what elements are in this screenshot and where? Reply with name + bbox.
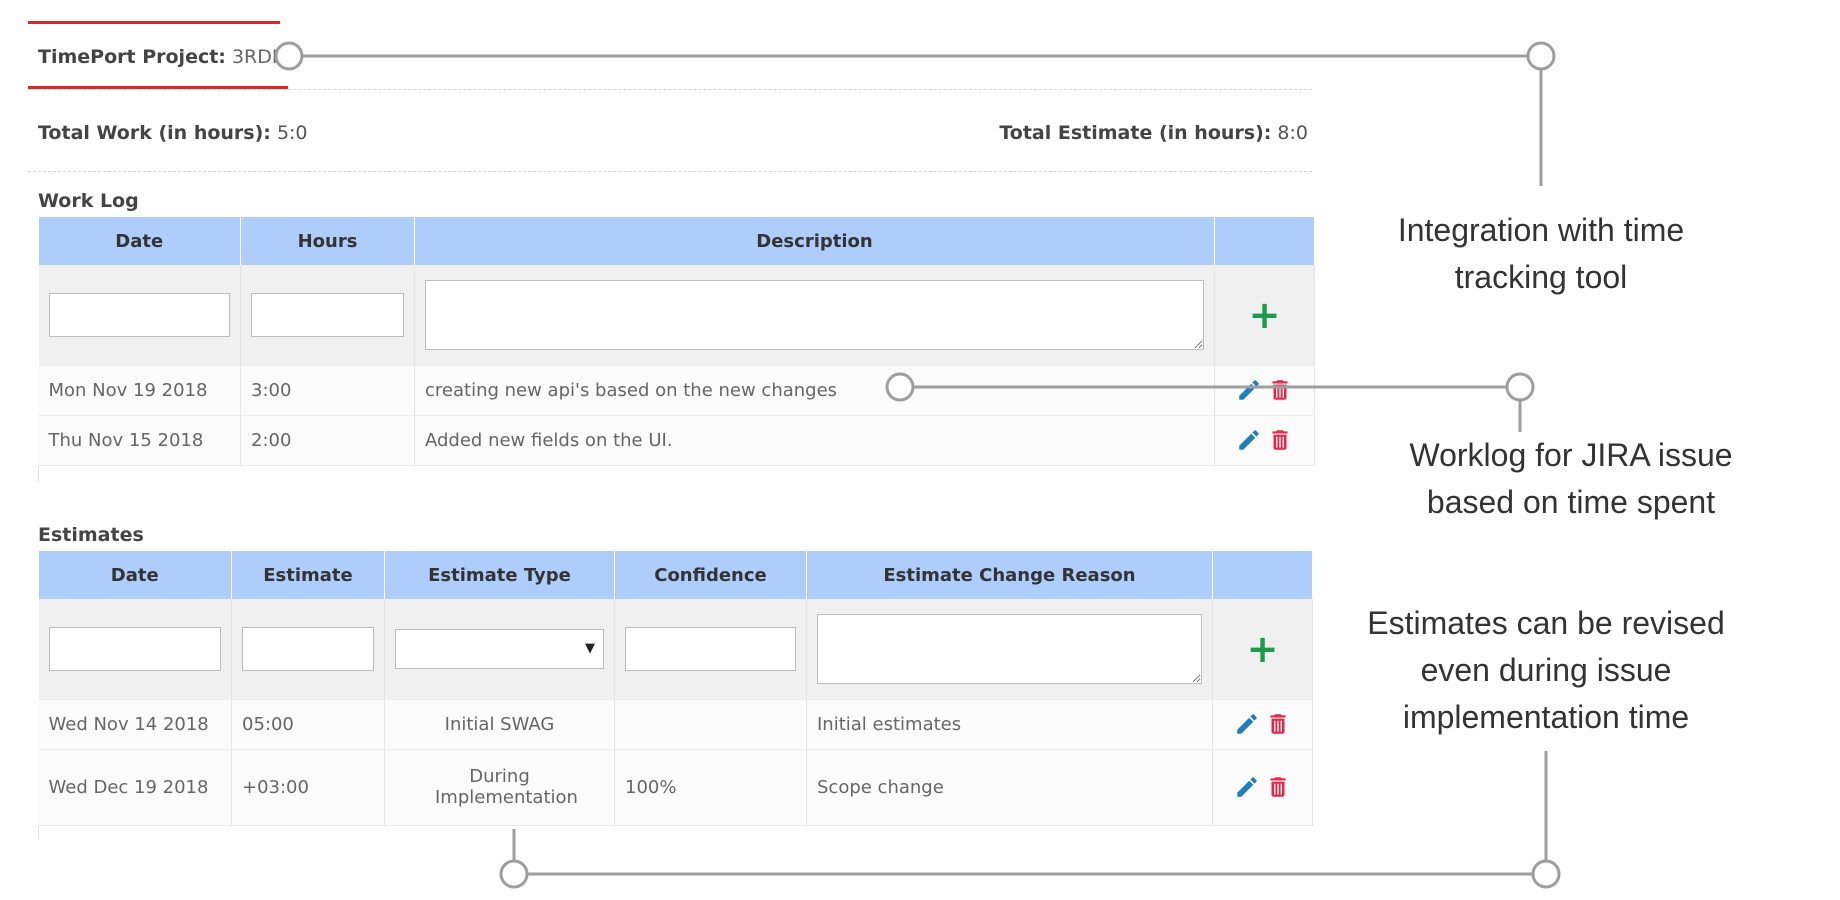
integration-anchor-node: [274, 41, 304, 71]
worklog-anchor-node: [885, 372, 915, 402]
callout-integration: Integration with time tracking tool: [1397, 212, 1685, 295]
timeport-page: TimePort Project: 3RDI Total Work (in ho…: [0, 0, 1840, 900]
callout-worklog: Worklog for JIRA issue based on time spe…: [1409, 437, 1733, 520]
worklog-end-node: [1505, 372, 1535, 402]
estimates-end-node: [1531, 859, 1561, 889]
integration-end-node: [1526, 41, 1556, 71]
estimates-anchor-node: [499, 859, 529, 889]
callout-estimates: Estimates can be revised even during iss…: [1367, 605, 1725, 735]
